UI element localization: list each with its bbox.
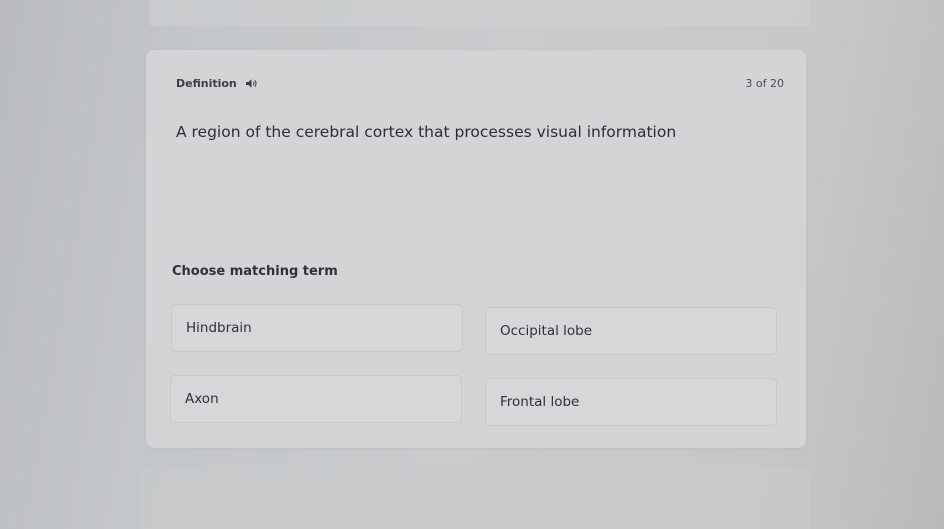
answer-option-label: Hindbrain <box>186 320 252 336</box>
answer-option-label: Frontal lobe <box>500 394 580 410</box>
section-label-text: Definition <box>176 76 237 90</box>
section-label: Definition <box>176 77 258 90</box>
question-counter: 3 of 20 <box>745 76 784 90</box>
answer-option-occipital-lobe[interactable]: Occipital lobe <box>485 307 777 355</box>
answer-option-hindbrain[interactable]: Hindbrain <box>171 304 463 352</box>
background-band-top <box>150 0 810 26</box>
answer-option-frontal-lobe[interactable]: Frontal lobe <box>485 378 777 426</box>
speaker-icon[interactable] <box>245 78 258 89</box>
question-card: Definition 3 of 20 A region of the cereb… <box>146 50 806 448</box>
definition-text: A region of the cerebral cortex that pro… <box>176 123 677 141</box>
answer-option-label: Occipital lobe <box>500 323 593 339</box>
answer-option-axon[interactable]: Axon <box>170 375 462 423</box>
background-band-bottom <box>140 468 810 529</box>
card-header: Definition 3 of 20 <box>176 75 784 91</box>
answer-option-label: Axon <box>185 391 219 407</box>
choose-prompt: Choose matching term <box>172 264 338 279</box>
